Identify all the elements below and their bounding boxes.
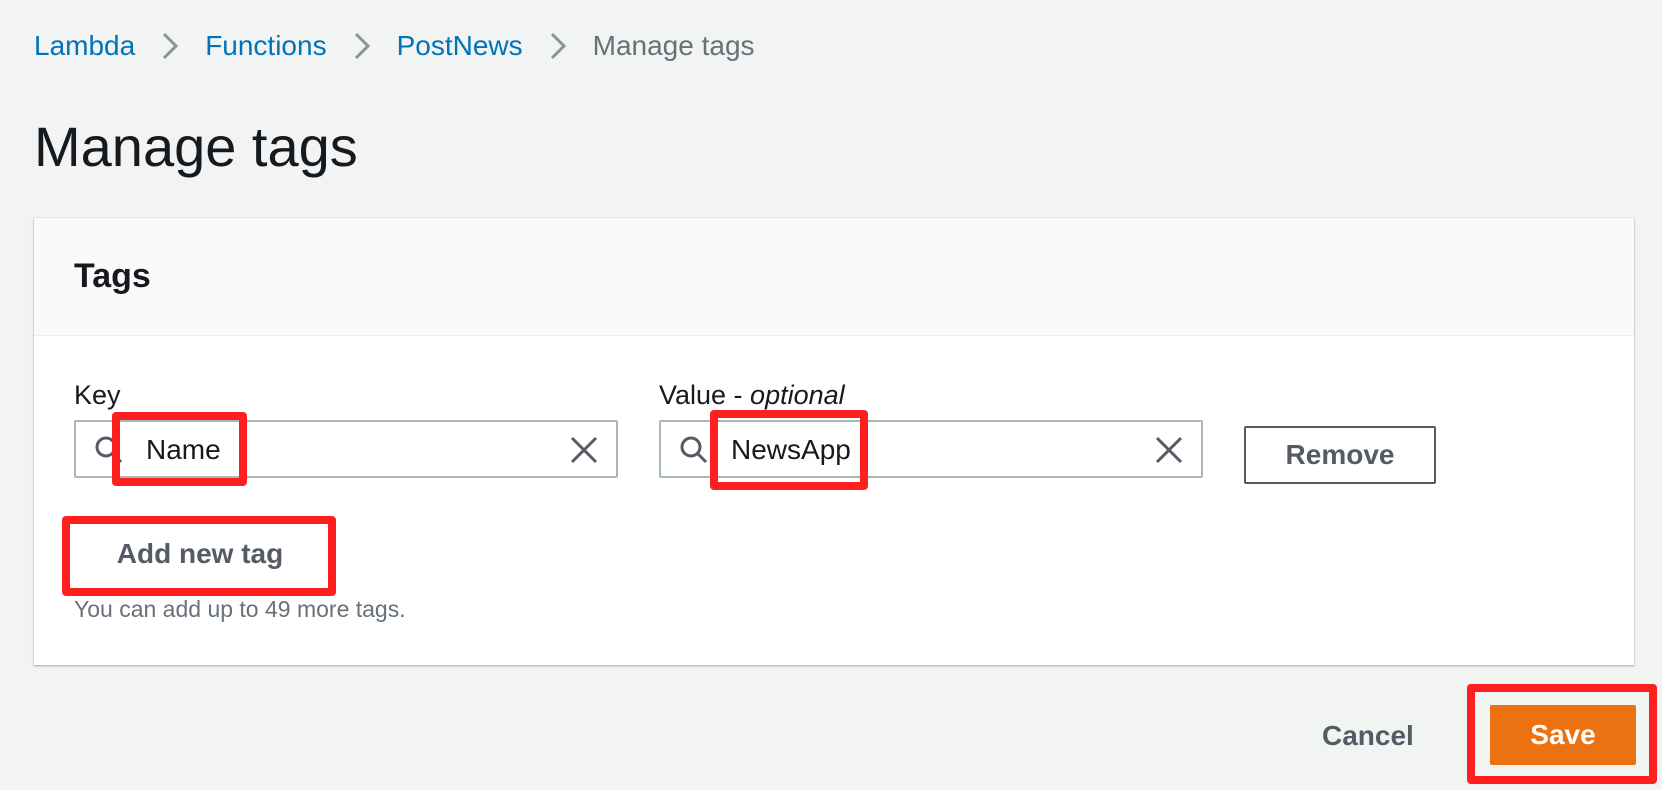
tags-panel: Tags Key Value - optional Name NewsApp R…: [34, 218, 1634, 665]
cancel-button[interactable]: Cancel: [1322, 712, 1414, 760]
breadcrumb-postnews-link[interactable]: PostNews: [397, 30, 523, 62]
chevron-right-icon: [523, 31, 593, 61]
close-icon[interactable]: [1155, 436, 1183, 469]
tag-key-value: Name: [146, 434, 221, 465]
tag-value-input[interactable]: NewsApp: [659, 420, 1203, 478]
search-icon: [679, 435, 709, 470]
add-new-tag-button[interactable]: Add new tag: [74, 525, 326, 583]
breadcrumb-functions-link[interactable]: Functions: [205, 30, 326, 62]
save-button[interactable]: Save: [1490, 705, 1636, 765]
key-label: Key: [74, 380, 121, 410]
value-label: Value - optional: [659, 377, 845, 413]
breadcrumb-current: Manage tags: [592, 30, 755, 61]
breadcrumb: Lambda Functions PostNews Manage tags: [34, 26, 755, 66]
value-label-text: Value -: [659, 380, 751, 410]
tag-key-input[interactable]: Name: [74, 420, 618, 478]
chevron-right-icon: [327, 31, 397, 61]
remove-tag-button[interactable]: Remove: [1244, 426, 1436, 484]
tag-value-value: NewsApp: [731, 434, 851, 465]
search-icon: [94, 435, 124, 470]
tags-panel-header: Tags: [34, 218, 1634, 336]
tags-remaining-hint: You can add up to 49 more tags.: [74, 596, 406, 622]
close-icon[interactable]: [570, 436, 598, 469]
value-label-optional: optional: [750, 380, 845, 410]
breadcrumb-lambda-link[interactable]: Lambda: [34, 30, 135, 62]
page-title: Manage tags: [34, 115, 358, 178]
tags-panel-title: Tags: [74, 257, 151, 295]
chevron-right-icon: [135, 31, 205, 61]
